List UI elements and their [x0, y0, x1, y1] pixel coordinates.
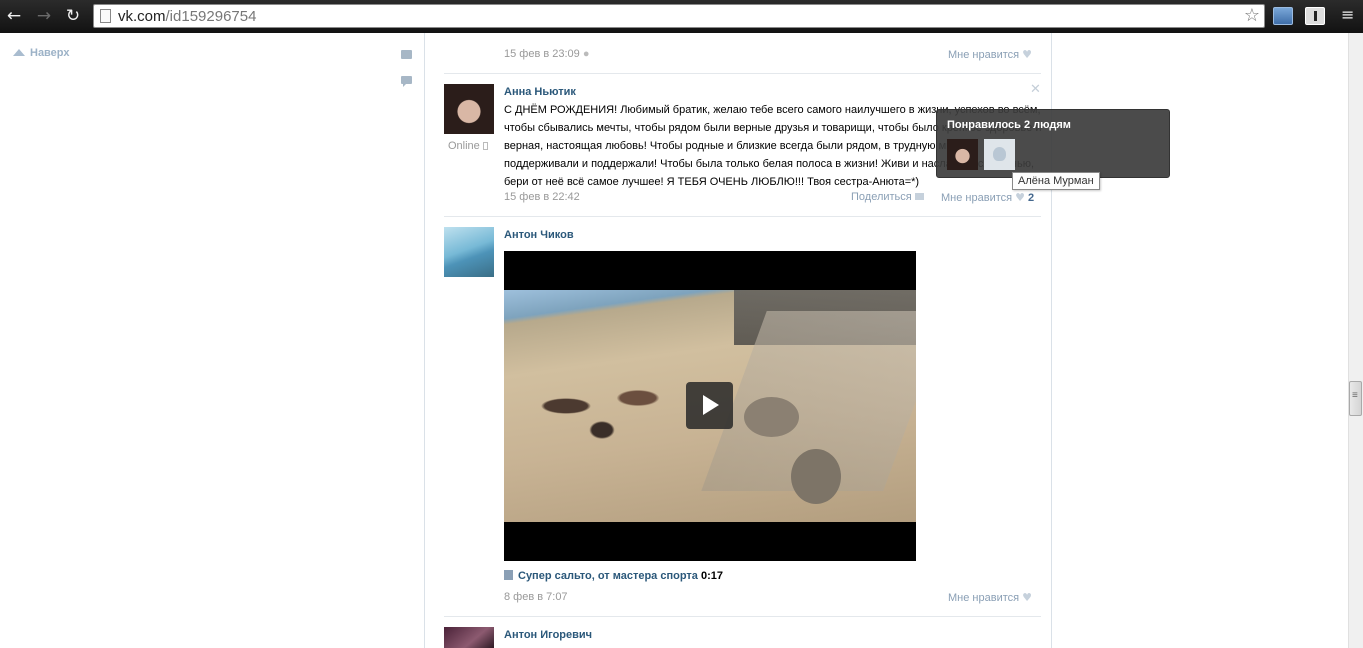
megaphone-icon [914, 193, 924, 200]
video-scene [744, 397, 799, 437]
video-scene [791, 449, 841, 504]
video-title-link[interactable]: Супер сальто, от мастера спорта 0:17 [504, 570, 723, 582]
column-divider [424, 33, 425, 648]
post-separator [444, 73, 1041, 74]
bookmark-star-icon[interactable]: ☆ [1244, 5, 1260, 26]
post-date[interactable]: 15 фев в 23:09 ● [504, 48, 590, 60]
avatar[interactable] [444, 84, 494, 134]
like-button[interactable]: Мне нравится ♥ [948, 591, 1032, 604]
extension-icon[interactable] [1273, 7, 1293, 25]
avatar[interactable] [444, 627, 494, 648]
post-author[interactable]: Антон Чиков [504, 229, 574, 241]
page-icon [100, 9, 111, 23]
mail-icon[interactable] [401, 50, 412, 59]
address-bar[interactable]: vk.com/id159296754 ☆ [93, 4, 1265, 28]
video-player[interactable] [504, 251, 916, 561]
chat-icon[interactable] [401, 76, 412, 87]
scrollbar-thumb[interactable] [1349, 381, 1362, 416]
play-icon[interactable] [686, 382, 733, 429]
avatar[interactable] [444, 227, 494, 277]
video-duration: 0:17 [700, 570, 723, 582]
heart-icon: ♥ [1015, 191, 1025, 204]
apple-icon: ● [582, 48, 590, 60]
post-date[interactable]: 8 фев в 7:07 [504, 591, 568, 603]
post-author[interactable]: Анна Ньютик [504, 86, 576, 98]
liker-avatar[interactable] [984, 139, 1015, 170]
reload-icon[interactable]: ↻ [63, 6, 83, 26]
heart-icon: ♥ [1022, 591, 1032, 604]
arrow-up-icon [13, 49, 25, 56]
online-status: Online [448, 140, 488, 152]
post-separator [444, 216, 1041, 217]
post-separator [444, 616, 1041, 617]
url-text: vk.com/id159296754 [118, 8, 257, 25]
close-icon[interactable]: ✕ [1030, 81, 1041, 97]
browser-toolbar: ← → ↻ vk.com/id159296754 ☆ ≡ [0, 0, 1363, 33]
extension-icon[interactable] [1305, 7, 1325, 25]
scrollbar[interactable] [1348, 33, 1363, 648]
forward-arrow-icon[interactable]: → [34, 6, 54, 26]
share-button[interactable]: Поделиться [851, 191, 924, 203]
name-tooltip: Алёна Мурман [1012, 172, 1100, 190]
likes-popup: Понравилось 2 людям [936, 109, 1170, 178]
back-arrow-icon[interactable]: ← [4, 6, 24, 26]
menu-icon[interactable]: ≡ [1341, 5, 1354, 24]
like-count: 2 [1027, 192, 1035, 204]
video-scene [512, 366, 692, 446]
like-button[interactable]: Мне нравится ♥ [948, 48, 1032, 61]
like-button[interactable]: Мне нравится ♥ 2 [941, 191, 1034, 204]
heart-icon: ♥ [1022, 48, 1032, 61]
post-date[interactable]: 15 фев в 22:42 [504, 191, 580, 203]
back-to-top-link[interactable]: Наверх [13, 47, 70, 59]
liker-avatar[interactable] [947, 139, 978, 170]
post-author[interactable]: Антон Игоревич [504, 629, 592, 641]
likes-popup-title[interactable]: Понравилось 2 людям [947, 119, 1071, 131]
film-icon [504, 570, 513, 580]
mobile-icon [482, 142, 488, 150]
